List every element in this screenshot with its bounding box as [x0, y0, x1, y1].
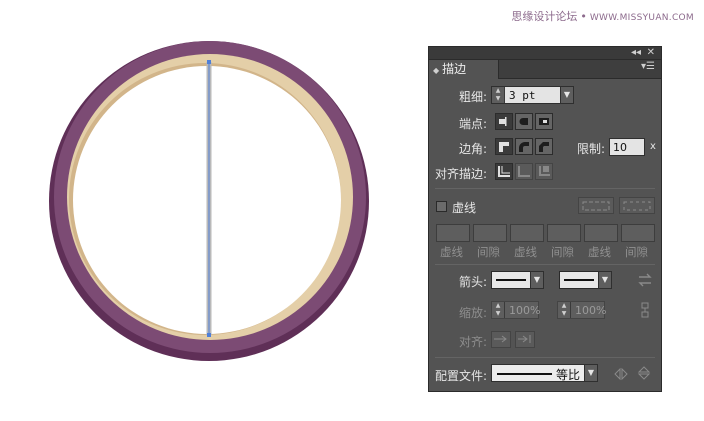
dash-1-field[interactable] [436, 224, 470, 242]
arrow-start-dropdown[interactable]: ▼ [530, 271, 544, 289]
divider-3 [435, 357, 655, 358]
panel-menu-icon[interactable]: ▾☰ [641, 61, 655, 72]
dash-3-label: 虚线 [588, 245, 611, 259]
dashed-line-checkbox[interactable] [436, 201, 447, 212]
gap-3-label: 间隙 [625, 245, 648, 259]
scale-label: 缩放: [459, 306, 488, 320]
round-join-button[interactable] [515, 138, 533, 155]
ring-artwork[interactable] [45, 36, 375, 366]
profile-preview-line [497, 373, 552, 375]
flip-horizontal-icon[interactable] [613, 367, 629, 381]
align-outside-icon [539, 166, 550, 176]
dash-align-icon [623, 201, 651, 211]
align-center-button[interactable] [495, 163, 513, 180]
dash-preserve-icon [582, 201, 610, 211]
weight-stepper[interactable]: ▲ ▼ [492, 87, 505, 103]
gap-2-field[interactable] [547, 224, 581, 242]
double-left-arrow-icon[interactable]: ◂◂ [631, 46, 641, 59]
weight-dropdown[interactable]: ▼ [560, 86, 574, 104]
round-join-icon [519, 142, 529, 152]
gap-3-field[interactable] [621, 224, 655, 242]
stroke-panel: ◂◂ ✕ ◆ 描边 ▾☰ 粗细: ▲ ▼ 3 pt ▼ 端点: 边角: 限制: 10… [428, 46, 662, 392]
align-center-icon [498, 166, 510, 177]
profile-label: 配置文件: [435, 369, 488, 383]
limit-field[interactable]: 10 [609, 138, 645, 156]
arrow-extend-button[interactable] [491, 331, 511, 348]
panel-titlebar: ◂◂ ✕ [429, 47, 661, 60]
close-icon[interactable]: ✕ [647, 46, 655, 59]
scale-start-stepper[interactable]: ▲ ▼ [492, 302, 505, 318]
arrow-end-field[interactable] [559, 271, 599, 289]
align-inside-icon [518, 166, 530, 177]
butt-cap-icon [499, 117, 507, 126]
swap-arrows-icon[interactable] [637, 273, 653, 287]
dash-1-label: 虚线 [440, 245, 463, 259]
divider-1 [435, 188, 655, 189]
tab-stroke[interactable]: ◆ 描边 [429, 60, 499, 79]
cap-label: 端点: [459, 117, 488, 131]
link-scale-icon[interactable] [639, 300, 651, 320]
watermark: 思缘设计论坛 • WWW.MISSYUAN.COM [511, 10, 694, 23]
gap-1-field[interactable] [473, 224, 507, 242]
anchor-bottom[interactable] [207, 333, 211, 337]
dash-3-field[interactable] [584, 224, 618, 242]
weight-field[interactable]: ▲ ▼ 3 pt [491, 86, 561, 104]
profile-dropdown[interactable]: ▼ [584, 364, 598, 382]
align-outside-button[interactable] [535, 163, 553, 180]
profile-field[interactable]: 等比 [491, 364, 585, 382]
scale-end-value: 100% [575, 304, 607, 317]
dash-2-field[interactable] [510, 224, 544, 242]
arrow-place-button[interactable] [515, 331, 535, 348]
limit-label: 限制: [577, 142, 606, 156]
arrowheads-label: 箭头: [459, 275, 488, 289]
arrow-end-dropdown[interactable]: ▼ [598, 271, 612, 289]
tab-stroke-label: 描边 [442, 62, 467, 76]
panel-tabbar: ◆ 描边 ▾☰ [429, 60, 661, 79]
align-inside-button[interactable] [515, 163, 533, 180]
arrow-start-field[interactable] [491, 271, 531, 289]
divider-2 [435, 264, 655, 265]
gap-2-label: 间隙 [551, 245, 574, 259]
dash-2-label: 虚线 [514, 245, 537, 259]
projecting-cap-button[interactable] [535, 113, 553, 130]
watermark-cn: 思缘设计论坛 [511, 10, 578, 23]
butt-cap-button[interactable] [495, 113, 513, 130]
miter-join-icon [499, 142, 509, 152]
gap-1-label: 间隙 [477, 245, 500, 259]
dash-align-button[interactable] [619, 197, 655, 214]
limit-value: 10 [613, 141, 627, 154]
corner-label: 边角: [459, 142, 488, 156]
limit-unit: x [650, 141, 656, 152]
weight-label: 粗细: [459, 90, 488, 104]
scale-end-field[interactable]: ▲ ▼ 100% [557, 301, 607, 319]
scale-start-value: 100% [509, 304, 541, 317]
arrow-align-label: 对齐: [459, 335, 488, 349]
align-stroke-label: 对齐描边: [435, 167, 488, 181]
watermark-site: WWW.MISSYUAN.COM [589, 13, 694, 23]
scale-end-stepper[interactable]: ▲ ▼ [558, 302, 571, 318]
projecting-cap-icon [539, 118, 549, 125]
profile-value: 等比 [555, 368, 580, 382]
anchor-top[interactable] [207, 60, 211, 64]
weight-value: 3 pt [509, 89, 536, 102]
round-cap-button[interactable] [515, 113, 533, 130]
arrow-extend-icon [494, 335, 507, 343]
bevel-join-icon [539, 142, 549, 152]
dash-preserve-button[interactable] [578, 197, 614, 214]
arrow-place-icon [518, 335, 531, 343]
flip-vertical-icon[interactable] [637, 365, 651, 381]
bevel-join-button[interactable] [535, 138, 553, 155]
tab-expand-icon: ◆ [433, 66, 440, 75]
round-cap-icon [519, 118, 528, 125]
dashed-line-label: 虚线 [452, 201, 477, 215]
miter-join-button[interactable] [495, 138, 513, 155]
scale-start-field[interactable]: ▲ ▼ 100% [491, 301, 541, 319]
